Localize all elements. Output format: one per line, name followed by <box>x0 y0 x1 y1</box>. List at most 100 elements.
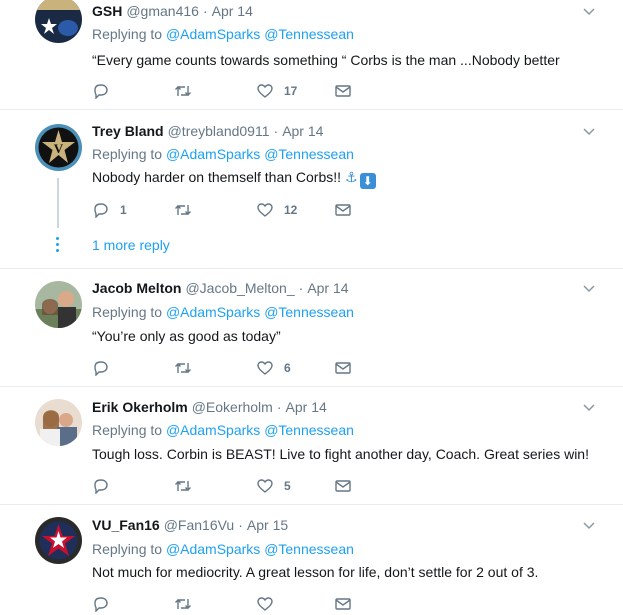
like-button[interactable]: 6 <box>256 359 291 377</box>
anchor-emoji: ⚓ <box>345 169 358 185</box>
reply-button[interactable] <box>92 477 120 495</box>
user-handle[interactable]: @Eokerholm <box>192 399 273 415</box>
reply-icon <box>94 597 108 612</box>
mention-link[interactable]: @Tennessean <box>264 304 354 320</box>
thread-dots <box>55 237 61 255</box>
direct-message-button[interactable] <box>334 595 352 613</box>
like-count: 17 <box>284 84 298 98</box>
heart-icon <box>257 203 273 217</box>
tweet-text: Tough loss. Corbin is BEAST! Live to fig… <box>92 446 589 462</box>
mention-link[interactable]: @AdamSparks <box>166 146 260 162</box>
separator: · <box>273 123 279 139</box>
chevron-down-icon[interactable] <box>583 404 595 414</box>
tweet-date[interactable]: Apr 15 <box>247 517 288 533</box>
user-handle[interactable]: @Fan16Vu <box>164 517 235 533</box>
tweet-header: Trey Bland @treybland0911 · Apr 14 <box>92 122 323 140</box>
direct-message-button[interactable] <box>334 82 352 100</box>
avatar-image <box>35 517 82 564</box>
avatar[interactable] <box>35 0 82 43</box>
retweet-button[interactable] <box>174 595 192 613</box>
like-button[interactable] <box>256 595 274 613</box>
display-name[interactable]: Erik Okerholm <box>92 399 188 415</box>
avatar[interactable] <box>35 281 82 328</box>
display-name[interactable]: VU_Fan16 <box>92 517 160 533</box>
avatar-image <box>35 281 82 328</box>
retweet-icon <box>175 599 191 609</box>
thread-line <box>57 178 59 228</box>
chevron-down-icon[interactable] <box>583 285 595 295</box>
replying-to-label: Replying to <box>92 541 163 557</box>
retweet-button[interactable] <box>174 201 202 219</box>
replying-to: Replying to @AdamSparks @Tennessean <box>92 421 354 439</box>
direct-message-button[interactable] <box>334 359 352 377</box>
tweet[interactable]: Jacob Melton @Jacob_Melton_ · Apr 14 Replyi… <box>0 269 623 387</box>
tweet-date[interactable]: Apr 14 <box>282 123 323 139</box>
retweet-button[interactable] <box>174 359 202 377</box>
retweet-icon <box>175 86 191 96</box>
like-button[interactable]: 17 <box>256 82 297 100</box>
chevron-down-icon[interactable] <box>583 128 595 138</box>
reply-button[interactable] <box>92 359 120 377</box>
tweet[interactable]: Erik Okerholm @Eokerholm · Apr 14 Replying … <box>0 387 623 505</box>
reply-button[interactable]: 1 <box>92 201 127 219</box>
replying-to: Replying to @AdamSparks @Tennessean <box>92 25 354 43</box>
like-count: 5 <box>284 479 291 493</box>
mention-link[interactable]: @Tennessean <box>264 422 354 438</box>
reply-button[interactable] <box>92 82 120 100</box>
display-name[interactable]: Trey Bland <box>92 123 164 139</box>
envelope-icon <box>335 204 351 216</box>
tweet[interactable]: V Trey Bland @treybland0911 · Apr 14 Replyi… <box>0 110 623 269</box>
mention-link[interactable]: @Tennessean <box>264 541 354 557</box>
replying-to: Replying to @AdamSparks @Tennessean <box>92 540 354 558</box>
avatar-image <box>35 399 82 446</box>
tweet[interactable]: GSH @gman416 · Apr 14 Replying to @AdamSpar… <box>0 0 623 110</box>
heart-icon <box>257 479 273 493</box>
more-replies-link[interactable]: 1 more reply <box>92 237 170 253</box>
avatar[interactable] <box>35 517 82 564</box>
retweet-button[interactable] <box>174 477 202 495</box>
avatar[interactable] <box>35 399 82 446</box>
heart-icon <box>257 84 273 98</box>
reply-button[interactable] <box>92 595 110 613</box>
separator: · <box>298 280 304 296</box>
mention-link[interactable]: @Tennessean <box>264 146 354 162</box>
reply-icon <box>94 361 108 376</box>
direct-message-button[interactable] <box>334 477 352 495</box>
display-name[interactable]: Jacob Melton <box>92 280 181 296</box>
tweet-date[interactable]: Apr 14 <box>286 399 327 415</box>
mention-link[interactable]: @Tennessean <box>264 26 354 42</box>
tweet-date[interactable]: Apr 14 <box>307 280 348 296</box>
mention-link[interactable]: @AdamSparks <box>166 26 260 42</box>
avatar[interactable]: V <box>35 124 82 171</box>
retweet-icon <box>175 205 191 215</box>
envelope-icon <box>335 85 351 97</box>
direct-message-button[interactable] <box>334 201 352 219</box>
replying-to-label: Replying to <box>92 422 163 438</box>
retweet-icon <box>175 481 191 491</box>
retweet-button[interactable] <box>174 82 202 100</box>
mention-link[interactable]: @AdamSparks <box>166 422 260 438</box>
tweet-header: GSH @gman416 · Apr 14 <box>92 2 253 20</box>
replying-to-label: Replying to <box>92 146 163 162</box>
display-name[interactable]: GSH <box>92 3 122 19</box>
chevron-down-icon[interactable] <box>583 8 595 18</box>
reply-icon <box>94 203 108 218</box>
like-button[interactable]: 12 <box>256 201 297 219</box>
replying-to: Replying to @AdamSparks @Tennessean <box>92 303 354 321</box>
like-button[interactable]: 5 <box>256 477 291 495</box>
heart-icon <box>257 361 273 375</box>
tweet-text: Nobody harder on themself than Corbs!! <box>92 169 342 185</box>
chevron-down-icon[interactable] <box>583 522 595 532</box>
svg-text:V: V <box>54 141 64 156</box>
like-count: 12 <box>284 203 298 217</box>
tweet-text-line: Nobody harder on themself than Corbs!! ⚓ ⬇ <box>92 168 376 189</box>
separator: · <box>276 399 282 415</box>
user-handle[interactable]: @treybland0911 <box>168 123 270 139</box>
mention-link[interactable]: @AdamSparks <box>166 304 260 320</box>
user-handle[interactable]: @gman416 <box>126 3 199 19</box>
mention-link[interactable]: @AdamSparks <box>166 541 260 557</box>
user-handle[interactable]: @Jacob_Melton_ <box>185 280 294 296</box>
envelope-icon <box>335 362 351 374</box>
tweet[interactable]: VU_Fan16 @Fan16Vu · Apr 15 Replying to @Ada… <box>0 505 623 612</box>
tweet-date[interactable]: Apr 14 <box>212 3 253 19</box>
